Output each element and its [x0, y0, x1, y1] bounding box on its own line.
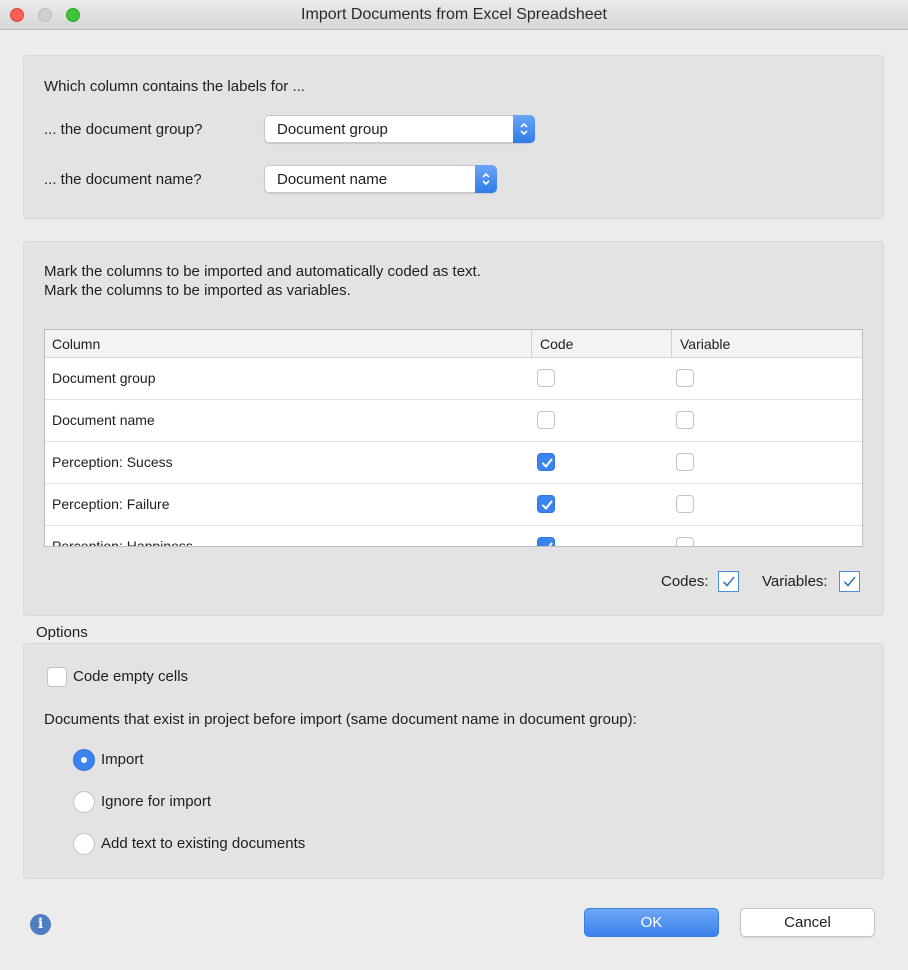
- column-name-cell: Perception: Happiness: [52, 538, 193, 547]
- column-name-cell: Document name: [52, 412, 155, 428]
- table-row[interactable]: Perception: Happiness: [45, 526, 862, 547]
- column-name-cell: Document group: [52, 370, 156, 386]
- code-checkbox[interactable]: [537, 537, 555, 546]
- table-header: Column Code Variable: [45, 330, 862, 358]
- label-columns-panel: Which column contains the labels for ...…: [23, 55, 884, 219]
- column-separator: [671, 330, 672, 358]
- document-name-select[interactable]: Document name: [264, 165, 497, 193]
- document-group-select-value: Document group: [277, 121, 388, 138]
- variables-checkbox[interactable]: [839, 571, 860, 592]
- document-name-select-value: Document name: [277, 171, 388, 188]
- cancel-button[interactable]: Cancel: [740, 908, 875, 937]
- column-header-variable[interactable]: Variable: [680, 336, 730, 352]
- instruction-line-1: Mark the columns to be imported and auto…: [44, 263, 481, 280]
- document-group-select[interactable]: Document group: [264, 115, 535, 143]
- options-panel: Code empty cells Documents that exist in…: [23, 643, 884, 879]
- ok-button[interactable]: OK: [584, 908, 719, 937]
- radio-option[interactable]: [73, 791, 95, 813]
- table-row[interactable]: Document group: [45, 358, 862, 400]
- variable-checkbox[interactable]: [676, 495, 694, 513]
- document-group-prompt: ... the document group?: [44, 121, 203, 138]
- radio-option-label[interactable]: Add text to existing documents: [101, 835, 305, 852]
- column-name-cell: Perception: Sucess: [52, 454, 173, 470]
- column-header-column[interactable]: Column: [52, 336, 100, 352]
- code-checkbox[interactable]: [537, 411, 555, 429]
- variable-checkbox[interactable]: [676, 369, 694, 387]
- document-name-prompt: ... the document name?: [44, 171, 202, 188]
- code-empty-cells-checkbox[interactable]: [47, 667, 67, 687]
- variable-checkbox[interactable]: [676, 453, 694, 471]
- radio-option[interactable]: [73, 833, 95, 855]
- table-row[interactable]: Document name: [45, 400, 862, 442]
- variables-label: Variables:: [762, 573, 828, 590]
- codes-label: Codes:: [661, 573, 709, 590]
- chevron-updown-icon: [475, 165, 497, 193]
- title-bar: Import Documents from Excel Spreadsheet: [0, 0, 908, 30]
- columns-panel: Mark the columns to be imported and auto…: [23, 241, 884, 616]
- window-title: Import Documents from Excel Spreadsheet: [301, 6, 607, 23]
- chevron-updown-icon: [513, 115, 535, 143]
- table-row[interactable]: Perception: Failure: [45, 484, 862, 526]
- instruction-line-2: Mark the columns to be imported as varia…: [44, 282, 351, 299]
- options-title: Options: [36, 624, 88, 641]
- codes-checkbox[interactable]: [718, 571, 739, 592]
- variable-checkbox[interactable]: [676, 537, 694, 546]
- column-separator: [531, 330, 532, 358]
- radio-option[interactable]: [73, 749, 95, 771]
- code-empty-cells-label: Code empty cells: [73, 668, 189, 685]
- labels-heading: Which column contains the labels for ...: [44, 78, 305, 95]
- table-row[interactable]: Perception: Sucess: [45, 442, 862, 484]
- variable-checkbox[interactable]: [676, 411, 694, 429]
- code-checkbox[interactable]: [537, 369, 555, 387]
- info-icon[interactable]: i: [30, 914, 51, 935]
- existing-documents-prompt: Documents that exist in project before i…: [44, 711, 637, 728]
- code-checkbox[interactable]: [537, 453, 555, 471]
- radio-option-label[interactable]: Import: [101, 751, 144, 768]
- columns-table[interactable]: Column Code Variable Document group Docum…: [44, 329, 863, 547]
- column-header-code[interactable]: Code: [540, 336, 573, 352]
- column-name-cell: Perception: Failure: [52, 496, 170, 512]
- radio-dot-icon: [81, 757, 87, 763]
- code-checkbox[interactable]: [537, 495, 555, 513]
- radio-option-label[interactable]: Ignore for import: [101, 793, 211, 810]
